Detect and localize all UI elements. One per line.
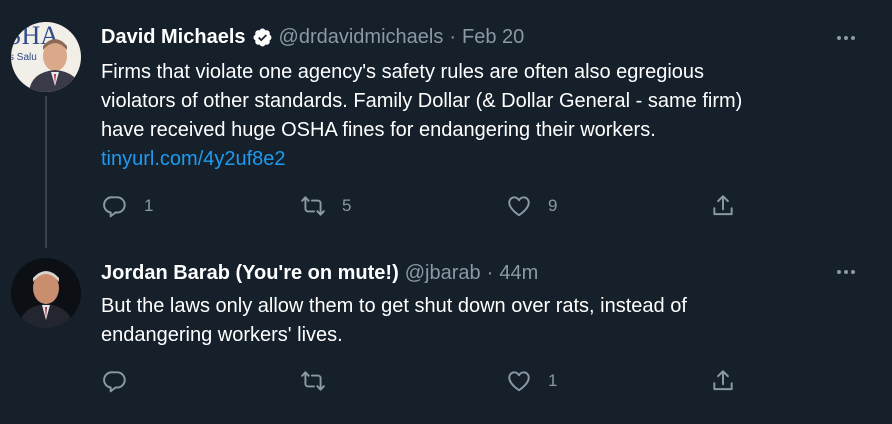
separator-dot: · [449, 25, 457, 48]
more-horizontal-icon[interactable] [834, 26, 858, 50]
tweet[interactable]: Jordan Barab (You're on mute!) @jbarab ·… [0, 240, 892, 424]
like-button[interactable]: 1 [506, 368, 557, 394]
tweet-actions: 1 [100, 368, 760, 398]
display-name[interactable]: David Michaels [101, 26, 246, 49]
retweet-count: 5 [342, 196, 352, 215]
tweet-header: Jordan Barab (You're on mute!) @jbarab ·… [101, 260, 538, 286]
share-button[interactable] [710, 368, 736, 394]
reply-count: 1 [144, 196, 154, 215]
retweet-button[interactable] [300, 368, 342, 394]
reply-icon [103, 196, 126, 218]
avatar-image: SHA s Salu [11, 22, 81, 92]
tweet-text-line: endangering workers' lives. [101, 324, 343, 346]
like-count: 9 [548, 196, 558, 215]
reply-button[interactable]: 1 [102, 193, 153, 219]
tweet-text: But the laws only allow them to get shut… [101, 292, 841, 350]
separator-dot: · [486, 261, 494, 284]
thread-connector-line [45, 96, 47, 248]
tweet-text-line: violators of other standards. Family Dol… [101, 90, 743, 112]
share-icon [713, 195, 733, 216]
tweet-text-line: Firms that violate one agency's safety r… [101, 61, 705, 83]
reply-icon [103, 371, 126, 393]
handle[interactable]: @jbarab [405, 262, 481, 285]
avatar-image [11, 258, 81, 328]
reply-button[interactable] [102, 368, 144, 394]
share-icon [713, 370, 733, 391]
more-horizontal-icon[interactable] [834, 260, 858, 284]
tweet-link[interactable]: tinyurl.com/4y2uf8e2 [101, 145, 841, 174]
timeline: SHA s Salu David Michaels @drdavidmichae… [0, 0, 892, 424]
display-name[interactable]: Jordan Barab (You're on mute!) [101, 262, 399, 285]
heart-icon [508, 371, 530, 392]
like-count: 1 [548, 371, 558, 390]
tweet-text: Firms that violate one agency's safety r… [101, 58, 841, 174]
timestamp[interactable]: 44m [499, 262, 538, 285]
tweet-text-line: But the laws only allow them to get shut… [101, 295, 687, 317]
svg-text:s Salu: s Salu [11, 52, 37, 63]
tweet-text-line: have received huge OSHA fines for endang… [101, 119, 656, 141]
verified-badge-icon [252, 27, 273, 48]
like-button[interactable]: 9 [506, 193, 557, 219]
heart-icon [508, 196, 530, 217]
tweet-header: David Michaels @drdavidmichaels · Feb 20 [101, 24, 524, 50]
retweet-icon [301, 371, 325, 391]
avatar[interactable]: SHA s Salu [11, 22, 81, 92]
tweet[interactable]: SHA s Salu David Michaels @drdavidmichae… [0, 0, 892, 248]
timestamp[interactable]: Feb 20 [462, 26, 524, 49]
retweet-icon [301, 196, 325, 216]
handle[interactable]: @drdavidmichaels [279, 26, 444, 49]
tweet-actions: 1 5 9 [100, 193, 760, 223]
avatar[interactable] [11, 258, 81, 328]
retweet-button[interactable]: 5 [300, 193, 351, 219]
share-button[interactable] [710, 193, 736, 219]
